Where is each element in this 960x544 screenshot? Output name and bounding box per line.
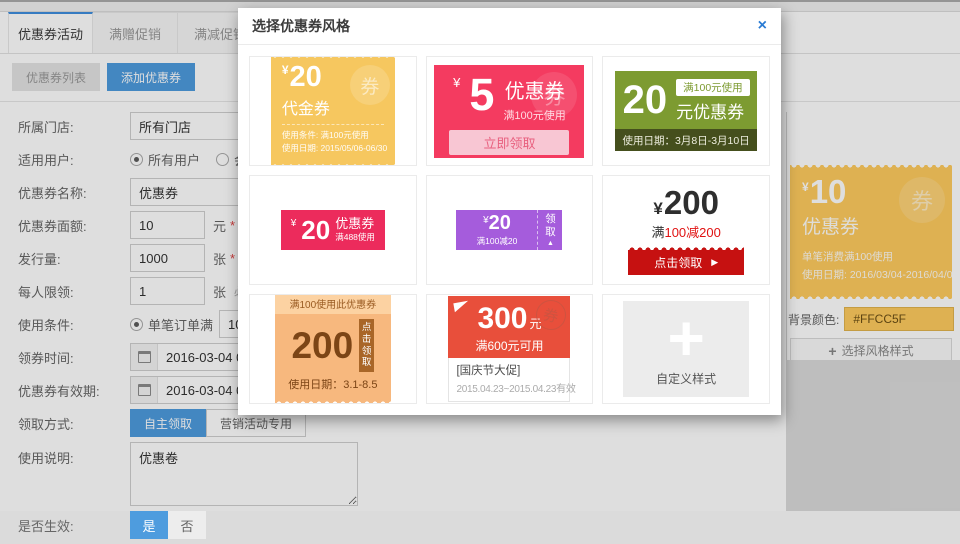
green-date: 使用日期：3月8日-3月10日 bbox=[615, 129, 757, 151]
coupon-style-modal: 选择优惠券风格 × ¥20 代金券 使用条件: 满100元使用 使用日期: 20… bbox=[238, 8, 781, 415]
green-condition-badge: 满100元使用 bbox=[676, 79, 750, 96]
red-white-validity: 2015.04.23~2015.04.23有效 bbox=[456, 380, 562, 395]
white-condition: 满100减200 bbox=[628, 222, 744, 241]
coupon-style-green[interactable]: 20 满100元使用 元优惠券 使用日期：3月8日-3月10日 bbox=[602, 56, 770, 166]
coupon-style-gold[interactable]: ¥20 代金券 使用条件: 满100元使用 使用日期: 2015/05/06-0… bbox=[249, 56, 417, 166]
red-white-condition: 满600元可用 bbox=[448, 337, 570, 354]
coupon-style-pink[interactable]: ¥ 5 优惠券 满100元使用 立即领取 券 bbox=[426, 56, 594, 166]
purple-amount: 20 bbox=[489, 212, 511, 234]
coupon-style-grid: ¥20 代金券 使用条件: 满100元使用 使用日期: 2015/05/06-0… bbox=[238, 45, 781, 415]
form-row-active: 是否生效: 是 否 bbox=[18, 511, 786, 539]
purple-condition: 满100减20 bbox=[477, 235, 518, 247]
purple-claim-label: 领取 bbox=[544, 213, 556, 238]
coupon-style-white[interactable]: ¥200 满100减200 点击领取 ▶ bbox=[602, 175, 770, 285]
orange-header: 满100使用此优惠券 bbox=[275, 294, 391, 314]
gold-condition: 使用条件: 满100元使用 bbox=[282, 129, 384, 143]
custom-style-label: 自定义样式 bbox=[656, 370, 716, 387]
red-banner-title: 优惠券 bbox=[335, 217, 375, 232]
orange-date: 使用日期：3.1-8.5 bbox=[283, 376, 383, 392]
coupon-watermark: 券 bbox=[350, 65, 390, 105]
coupon-style-orange[interactable]: 满100使用此优惠券 200 点击领取 使用日期：3.1-8.5 bbox=[249, 294, 417, 404]
triangle-right-icon: ▶ bbox=[711, 257, 718, 268]
white-amount: ¥200 bbox=[628, 185, 744, 221]
coupon-style-red-banner[interactable]: ¥ 20 优惠券 满488使用 bbox=[249, 175, 417, 285]
plus-icon: + bbox=[667, 311, 704, 365]
modal-header: 选择优惠券风格 × bbox=[238, 8, 781, 45]
green-amount: 20 bbox=[623, 80, 668, 120]
red-banner-amount: 20 bbox=[301, 215, 330, 246]
orange-amount: 200 bbox=[291, 327, 353, 364]
green-title: 元优惠券 bbox=[676, 98, 750, 123]
active-no-button[interactable]: 否 bbox=[168, 511, 206, 539]
orange-claim-ribbon: 点击领取 bbox=[359, 319, 374, 373]
coupon-watermark: 券 bbox=[531, 72, 577, 118]
click-claim-button[interactable]: 点击领取 ▶ bbox=[628, 250, 744, 275]
coupon-style-purple[interactable]: ¥20 满100减20 领取 ▲ bbox=[426, 175, 594, 285]
gold-date: 使用日期: 2015/05/06-06/30 bbox=[282, 142, 384, 156]
modal-title: 选择优惠券风格 bbox=[252, 16, 350, 36]
triangle-up-icon: ▲ bbox=[547, 240, 554, 247]
red-banner-condition: 满488使用 bbox=[335, 231, 375, 243]
claim-now-button[interactable]: 立即领取 bbox=[449, 130, 569, 155]
close-icon[interactable]: × bbox=[758, 18, 767, 34]
active-yes-button[interactable]: 是 bbox=[130, 511, 168, 539]
pink-amount: 5 bbox=[469, 72, 494, 123]
red-white-tag: [国庆节大促] bbox=[456, 362, 562, 378]
coupon-style-custom[interactable]: + 自定义样式 bbox=[602, 294, 770, 404]
active-label: 是否生效: bbox=[18, 516, 130, 535]
coupon-style-red-white[interactable]: 券 300元 满600元可用 [国庆节大促] 2015.04.23~2015.0… bbox=[426, 294, 594, 404]
